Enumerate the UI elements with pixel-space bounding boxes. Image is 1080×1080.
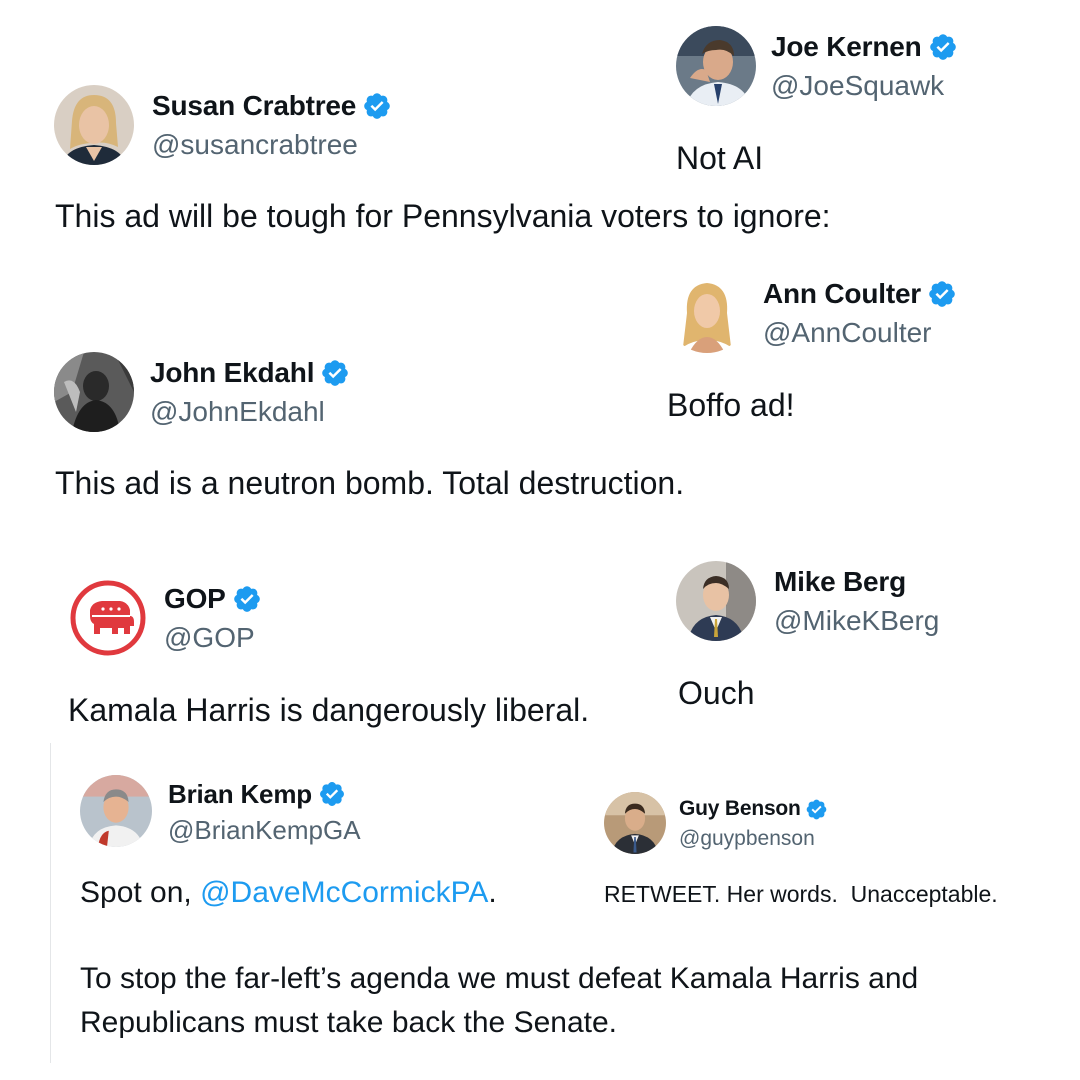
- display-name-berg[interactable]: Mike Berg: [774, 565, 906, 599]
- verified-badge-icon: [318, 780, 346, 808]
- handle-coulter[interactable]: @AnnCoulter: [763, 317, 932, 349]
- tweet-text-crabtree: This ad will be tough for Pennsylvania v…: [55, 198, 831, 234]
- verified-badge-icon: [805, 798, 828, 821]
- avatar-benson[interactable]: [604, 792, 666, 854]
- avatar-crabtree[interactable]: [54, 85, 134, 165]
- avatar-ekdahl-image: [54, 352, 134, 432]
- tweet-text-kemp-line1: Spot on, @DaveMcCormickPA.: [80, 876, 497, 910]
- display-name-kemp[interactable]: Brian Kemp: [168, 778, 346, 810]
- display-name-coulter[interactable]: Ann Coulter: [763, 277, 957, 311]
- handle-benson[interactable]: @guypbenson: [679, 827, 815, 851]
- display-name-kernen[interactable]: Joe Kernen: [771, 30, 958, 64]
- avatar-berg-image: [676, 561, 756, 641]
- tweet-text-kemp-line3: Republicans must take back the Senate.: [80, 1006, 617, 1039]
- verified-badge-icon: [362, 91, 392, 121]
- avatar-kemp-image: [80, 775, 152, 847]
- avatar-kernen[interactable]: [676, 26, 756, 106]
- tweet-text-kemp-prefix: Spot on,: [80, 876, 201, 909]
- display-name-ekdahl[interactable]: John Ekdahl: [150, 356, 350, 390]
- tweet-text-benson: RETWEET. Her words. Unacceptable.: [604, 881, 998, 907]
- handle-kemp[interactable]: @BrianKempGA: [168, 815, 361, 846]
- gop-elephant-icon: [68, 578, 148, 658]
- avatar-coulter-image: [667, 273, 747, 353]
- tweet-text-berg: Ouch: [678, 675, 755, 711]
- verified-badge-icon: [232, 584, 262, 614]
- avatar-kemp[interactable]: [80, 775, 152, 847]
- verified-badge-icon: [320, 358, 350, 388]
- tweet-text-kernen: Not AI: [676, 140, 764, 176]
- handle-ekdahl[interactable]: @JohnEkdahl: [150, 396, 325, 428]
- display-name-benson[interactable]: Guy Benson: [679, 796, 828, 822]
- avatar-coulter[interactable]: [667, 273, 747, 353]
- display-name-crabtree[interactable]: Susan Crabtree: [152, 89, 392, 123]
- avatar-gop[interactable]: [68, 578, 148, 658]
- avatar-kernen-image: [676, 26, 756, 106]
- verified-badge-icon: [928, 32, 958, 62]
- display-name-gop[interactable]: GOP: [164, 582, 262, 616]
- verified-badge-icon: [927, 279, 957, 309]
- mention-link-mccormick[interactable]: @DaveMcCormickPA: [200, 876, 488, 909]
- avatar-ekdahl[interactable]: [54, 352, 134, 432]
- handle-crabtree[interactable]: @susancrabtree: [152, 129, 358, 161]
- tweet-text-kemp-line2: To stop the far-left’s agenda we must de…: [80, 962, 919, 995]
- tweet-text-kemp-suffix: .: [488, 876, 497, 909]
- handle-gop[interactable]: @GOP: [164, 622, 255, 654]
- tweet-text-ekdahl: This ad is a neutron bomb. Total destruc…: [55, 465, 685, 501]
- avatar-crabtree-image: [54, 85, 134, 165]
- tweet-text-gop: Kamala Harris is dangerously liberal.: [68, 692, 590, 728]
- avatar-berg[interactable]: [676, 561, 756, 641]
- handle-kernen[interactable]: @JoeSquawk: [771, 70, 944, 102]
- tweet-text-coulter: Boffo ad!: [667, 387, 795, 423]
- avatar-benson-image: [604, 792, 666, 854]
- handle-berg[interactable]: @MikeKBerg: [774, 605, 939, 637]
